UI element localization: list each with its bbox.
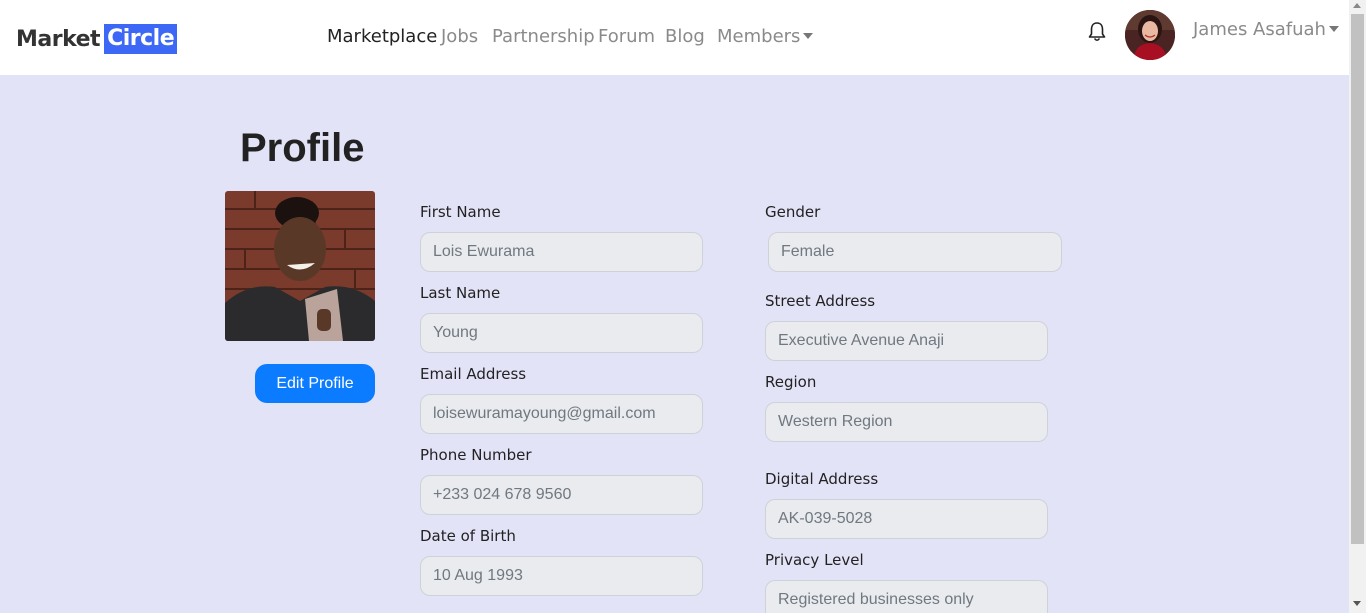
gender-label: Gender xyxy=(765,203,821,221)
first-name-label: First Name xyxy=(420,203,501,221)
nav-forum[interactable]: Forum xyxy=(598,26,655,47)
email-field[interactable]: loisewuramayoung@gmail.com xyxy=(420,394,703,434)
region-label: Region xyxy=(765,373,817,391)
nav-partnership[interactable]: Partnership xyxy=(492,26,595,47)
digital-address-label: Digital Address xyxy=(765,470,879,488)
brand-text-circle: Circle xyxy=(104,24,178,54)
user-avatar[interactable] xyxy=(1125,10,1175,60)
brand-logo[interactable]: Market Circle xyxy=(16,24,178,54)
vertical-scrollbar[interactable] xyxy=(1349,0,1366,613)
brand-text-market: Market xyxy=(16,26,101,52)
page-title: Profile xyxy=(240,126,365,170)
dob-field[interactable]: 10 Aug 1993 xyxy=(420,556,703,596)
dob-label: Date of Birth xyxy=(420,527,516,545)
gender-field[interactable]: Female xyxy=(768,232,1062,272)
first-name-field[interactable]: Lois Ewurama xyxy=(420,232,703,272)
last-name-field[interactable]: Young xyxy=(420,313,703,353)
scroll-down-arrow-icon[interactable] xyxy=(1353,601,1361,606)
digital-address-field[interactable]: AK-039-5028 xyxy=(765,499,1048,539)
nav-members-dropdown[interactable]: Members xyxy=(717,26,814,47)
top-navbar: Market Circle Marketplace Jobs Partnersh… xyxy=(0,0,1349,75)
bell-icon[interactable] xyxy=(1087,21,1107,43)
user-menu-dropdown[interactable]: James Asafuah xyxy=(1193,19,1339,40)
privacy-level-field[interactable]: Registered businesses only xyxy=(765,580,1048,613)
region-field[interactable]: Western Region xyxy=(765,402,1048,442)
profile-photo xyxy=(225,191,375,341)
street-address-field[interactable]: Executive Avenue Anaji xyxy=(765,321,1048,361)
caret-down-icon xyxy=(803,33,814,39)
scroll-up-arrow-icon[interactable] xyxy=(1353,3,1361,8)
phone-field[interactable]: +233 024 678 9560 xyxy=(420,475,703,515)
edit-profile-button[interactable]: Edit Profile xyxy=(255,364,375,403)
caret-down-icon xyxy=(1328,26,1339,32)
privacy-level-label: Privacy Level xyxy=(765,551,864,569)
nav-jobs[interactable]: Jobs xyxy=(441,26,478,47)
nav-marketplace[interactable]: Marketplace xyxy=(327,26,437,47)
street-address-label: Street Address xyxy=(765,292,876,310)
last-name-label: Last Name xyxy=(420,284,501,302)
nav-blog[interactable]: Blog xyxy=(665,26,705,47)
email-label: Email Address xyxy=(420,365,527,383)
scroll-thumb[interactable] xyxy=(1351,14,1364,544)
user-name: James Asafuah xyxy=(1193,19,1326,40)
phone-label: Phone Number xyxy=(420,446,532,464)
nav-members-label: Members xyxy=(717,26,801,47)
